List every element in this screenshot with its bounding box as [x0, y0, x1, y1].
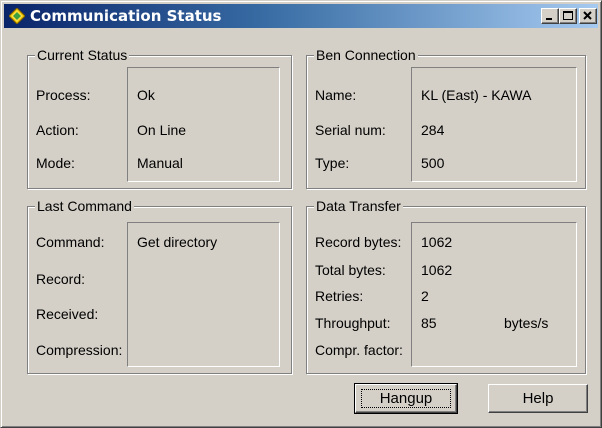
- close-icon: [583, 11, 592, 20]
- command-value: Get directory: [137, 234, 218, 250]
- hangup-button[interactable]: Hangup: [354, 383, 458, 414]
- retries-label: Retries:: [315, 288, 364, 304]
- app-diamond-icon: [9, 8, 25, 24]
- compression-label: Compression:: [36, 342, 123, 358]
- last-command-group: Last Command Command: Get directory Reco…: [27, 198, 292, 374]
- type-value: 500: [421, 155, 445, 171]
- group-legend: Current Status: [35, 47, 130, 63]
- total-bytes-label: Total bytes:: [315, 262, 386, 278]
- action-value: On Line: [137, 122, 187, 138]
- throughput-label: Throughput:: [315, 315, 391, 331]
- total-bytes-value: 1062: [421, 262, 453, 278]
- help-label: Help: [522, 390, 554, 407]
- command-label: Command:: [36, 234, 105, 250]
- data-transfer-group: Data Transfer Record bytes: 1062 Total b…: [306, 198, 586, 374]
- group-legend: Data Transfer: [314, 198, 403, 214]
- name-label: Name:: [315, 87, 357, 103]
- hangup-label: Hangup: [379, 390, 433, 407]
- name-value: KL (East) - KAWA: [421, 87, 532, 103]
- record-bytes-value: 1062: [421, 234, 453, 250]
- record-label: Record:: [36, 271, 86, 287]
- type-label: Type:: [315, 155, 350, 171]
- action-label: Action:: [36, 122, 79, 138]
- retries-value: 2: [421, 288, 429, 304]
- throughput-unit: bytes/s: [504, 315, 549, 331]
- ben-connection-group: Ben Connection Name: KL (East) - KAWA Se…: [306, 47, 586, 189]
- compr-factor-label: Compr. factor:: [315, 342, 403, 358]
- throughput-value: 85: [421, 315, 437, 331]
- group-legend: Last Command: [35, 198, 134, 214]
- maximize-icon: [563, 11, 573, 20]
- mode-label: Mode:: [36, 155, 75, 171]
- current-status-group: Current Status Process: Ok Action: On Li…: [27, 47, 292, 189]
- process-label: Process:: [36, 87, 91, 103]
- maximize-button[interactable]: [559, 8, 577, 24]
- received-label: Received:: [36, 306, 99, 322]
- group-legend: Ben Connection: [314, 47, 418, 63]
- close-button[interactable]: [579, 8, 597, 24]
- record-bytes-label: Record bytes:: [315, 234, 402, 250]
- process-value: Ok: [137, 87, 155, 103]
- serial-num-label: Serial num:: [315, 122, 386, 138]
- title-bar[interactable]: Communication Status: [4, 4, 598, 28]
- window-title: Communication Status: [30, 7, 222, 25]
- help-button[interactable]: Help: [488, 384, 588, 413]
- minimize-icon: [546, 18, 552, 20]
- serial-num-value: 284: [421, 122, 445, 138]
- mode-value: Manual: [137, 155, 183, 171]
- communication-status-window: Communication Status Current Status Proc…: [0, 0, 602, 428]
- minimize-button[interactable]: [541, 8, 559, 24]
